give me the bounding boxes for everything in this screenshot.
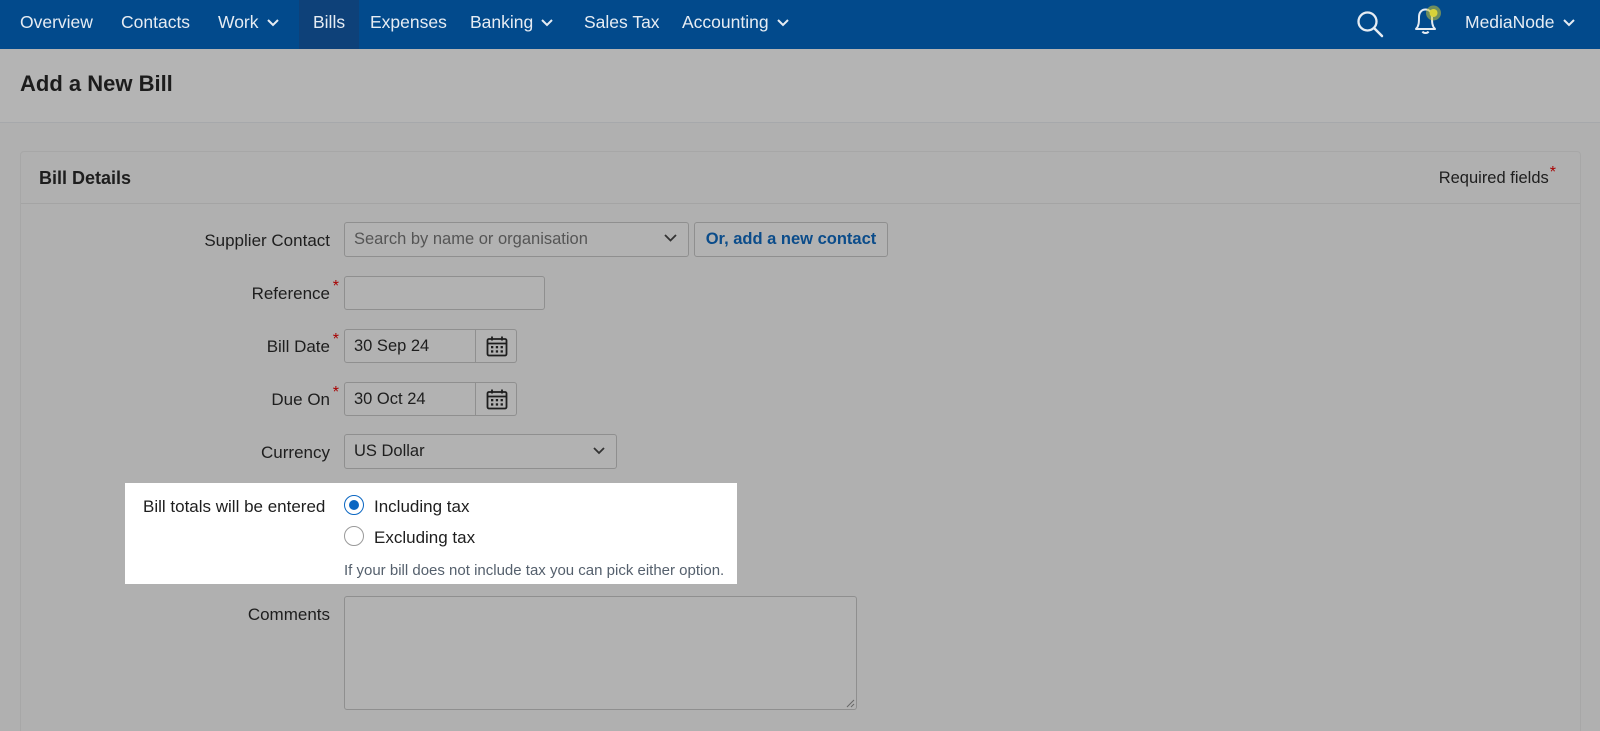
label-text: Bill Date xyxy=(266,337,330,356)
label-text: Currency xyxy=(261,443,330,462)
label-text: Comments xyxy=(247,605,330,624)
label-text: Supplier Contact xyxy=(204,231,330,250)
excluding-tax-radio[interactable] xyxy=(344,526,364,546)
nav-item-contacts[interactable]: Contacts xyxy=(121,0,190,49)
comments-label: Comments xyxy=(248,605,330,625)
nav-item-overview[interactable]: Overview xyxy=(20,0,93,49)
label-text: Due On xyxy=(271,390,330,409)
nav-item-banking[interactable]: Banking xyxy=(470,0,553,49)
nav-item-accounting[interactable]: Accounting xyxy=(682,0,789,49)
bill-date-input[interactable]: 30 Sep 24 xyxy=(344,329,476,363)
chevron-down-icon xyxy=(776,19,789,27)
bill-date-calendar-button[interactable] xyxy=(476,329,517,363)
reference-input[interactable] xyxy=(344,276,545,310)
supplier-contact-select[interactable]: Search by name or organisation xyxy=(344,222,689,257)
nav-label: Overview xyxy=(20,12,93,32)
chevron-down-icon xyxy=(664,234,677,242)
nav-label: Sales Tax xyxy=(584,12,660,32)
nav-label: Work xyxy=(218,12,259,32)
nav-label: Bills xyxy=(313,12,346,32)
currency-label: Currency xyxy=(261,443,330,463)
chevron-down-icon xyxy=(266,19,279,27)
account-label: MediaNode xyxy=(1465,12,1555,32)
required-marker: * xyxy=(332,278,339,295)
label-text: Reference xyxy=(251,284,330,303)
calendar-icon xyxy=(486,389,508,410)
including-tax-label[interactable]: Including tax xyxy=(374,497,469,517)
bill-totals-label: Bill totals will be entered xyxy=(143,497,326,516)
account-menu[interactable]: MediaNode xyxy=(1465,0,1575,49)
due-on-label: Due On * xyxy=(271,384,339,410)
add-new-contact-button[interactable]: Or, add a new contact xyxy=(694,222,888,257)
nav-label: Banking xyxy=(470,12,534,32)
comments-textarea[interactable] xyxy=(344,596,857,710)
due-on-input[interactable]: 30 Oct 24 xyxy=(344,382,476,416)
card-title: Bill Details xyxy=(39,168,132,188)
resize-grip-icon[interactable] xyxy=(845,698,855,708)
top-nav: Overview Contacts Work Bills Expenses Ba… xyxy=(0,0,1600,49)
page-header: Add a New Bill xyxy=(0,49,1600,123)
nav-item-bills[interactable]: Bills xyxy=(299,0,360,49)
supplier-placeholder: Search by name or organisation xyxy=(354,230,588,248)
chevron-down-icon xyxy=(541,19,553,27)
page-title: Add a New Bill xyxy=(20,71,173,96)
nav-label: Expenses xyxy=(370,12,447,32)
nav-item-sales-tax[interactable]: Sales Tax xyxy=(584,0,660,49)
required-fields-note: Required fields* xyxy=(1438,164,1556,188)
required-marker: * xyxy=(332,384,339,401)
chevron-down-icon xyxy=(1562,19,1575,27)
tax-entry-panel: Bill totals will be entered Including ta… xyxy=(125,483,737,584)
nav-item-work[interactable]: Work xyxy=(218,0,279,49)
calendar-icon xyxy=(486,336,508,357)
due-on-calendar-button[interactable] xyxy=(476,382,517,416)
bell-icon[interactable] xyxy=(1410,2,1446,36)
excluding-tax-label[interactable]: Excluding tax xyxy=(374,528,475,548)
bill-date-label: Bill Date * xyxy=(266,331,339,357)
currency-value: US Dollar xyxy=(354,442,425,460)
tax-hint-text: If your bill does not include tax you ca… xyxy=(344,562,725,579)
supplier-contact-label: Supplier Contact xyxy=(204,231,330,251)
currency-select[interactable]: US Dollar xyxy=(344,434,617,469)
nav-label: Accounting xyxy=(682,12,769,32)
card-header: Bill Details Required fields* xyxy=(21,152,1580,204)
reference-label: Reference * xyxy=(251,278,339,304)
including-tax-radio[interactable] xyxy=(344,495,364,515)
search-icon[interactable] xyxy=(1356,10,1384,38)
nav-item-expenses[interactable]: Expenses xyxy=(370,0,447,49)
chevron-down-icon xyxy=(593,447,605,455)
nav-label: Contacts xyxy=(121,12,191,32)
required-marker: * xyxy=(332,331,339,348)
required-note-text: Required fields xyxy=(1438,169,1549,187)
required-marker: * xyxy=(1549,164,1556,181)
